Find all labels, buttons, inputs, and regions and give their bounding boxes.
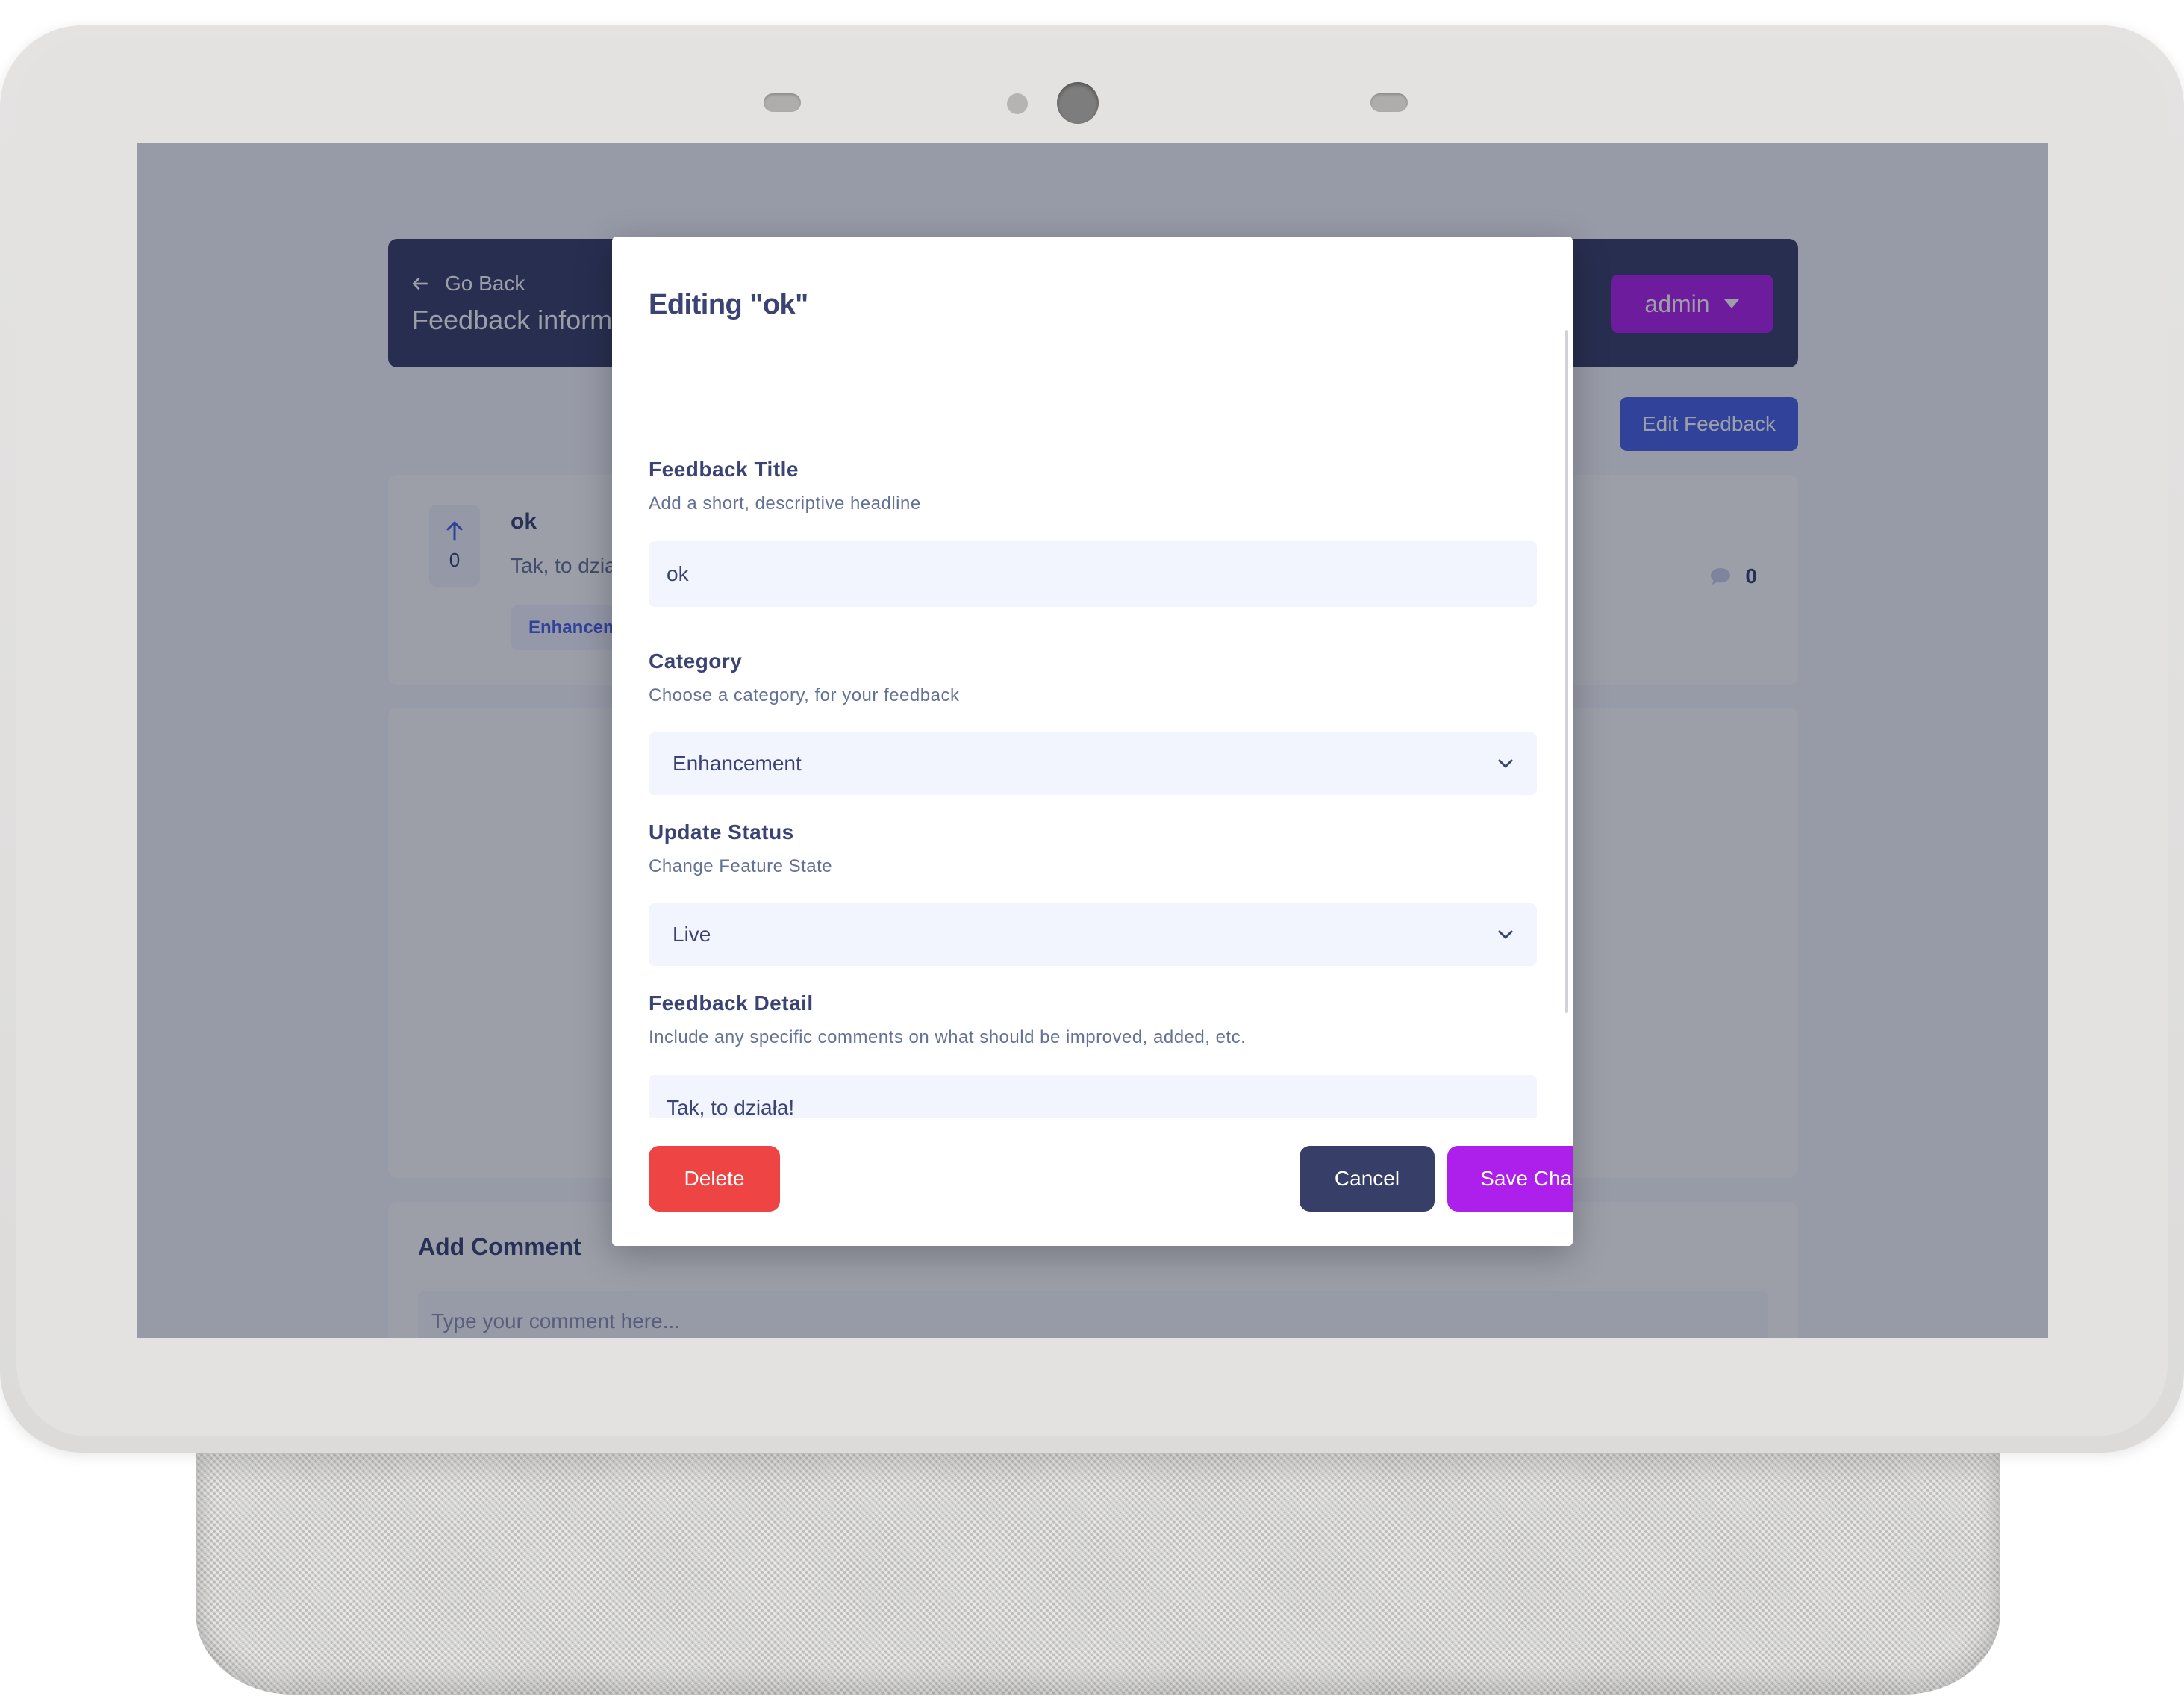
camera-lens bbox=[1057, 82, 1099, 124]
speaker-fabric-base bbox=[196, 1453, 2000, 1695]
sensor-left bbox=[764, 93, 801, 112]
delete-button[interactable]: Delete bbox=[649, 1146, 780, 1212]
cancel-button[interactable]: Cancel bbox=[1300, 1146, 1435, 1212]
feedback-title-label: Feedback Title bbox=[649, 458, 799, 481]
detail-help: Include any specific comments on what sh… bbox=[649, 1027, 1247, 1047]
sensor-right bbox=[1370, 93, 1408, 112]
detail-label: Feedback Detail bbox=[649, 991, 814, 1014]
chevron-down-icon bbox=[1498, 930, 1513, 938]
status-label: Update Status bbox=[649, 820, 794, 844]
feedback-title-value: ok bbox=[667, 562, 689, 585]
ambient-sensor bbox=[1007, 93, 1028, 114]
category-select[interactable]: Enhancement bbox=[649, 732, 1537, 795]
feedback-title-help: Add a short, descriptive headline bbox=[649, 493, 921, 514]
device-screen: Go Back Feedback information admin Edit … bbox=[137, 143, 2048, 1338]
edit-feedback-modal: Editing "ok" Feedback Title Add a short,… bbox=[612, 237, 1573, 1246]
status-help: Change Feature State bbox=[649, 856, 833, 876]
status-select[interactable]: Live bbox=[649, 903, 1537, 966]
category-help: Choose a category, for your feedback bbox=[649, 685, 960, 705]
save-changes-button[interactable]: Save Changes bbox=[1447, 1146, 1573, 1212]
status-select-value: Live bbox=[673, 923, 711, 946]
modal-title: Editing "ok" bbox=[649, 289, 808, 320]
modal-footer: Delete Cancel Save Changes bbox=[612, 1118, 1573, 1246]
category-select-value: Enhancement bbox=[673, 752, 802, 775]
chevron-down-icon bbox=[1498, 759, 1513, 767]
detail-textarea-value: Tak, to działa! bbox=[667, 1096, 795, 1119]
modal-scrollbar[interactable] bbox=[1565, 330, 1568, 1013]
feedback-title-input[interactable]: ok bbox=[649, 541, 1537, 607]
category-label: Category bbox=[649, 649, 743, 673]
